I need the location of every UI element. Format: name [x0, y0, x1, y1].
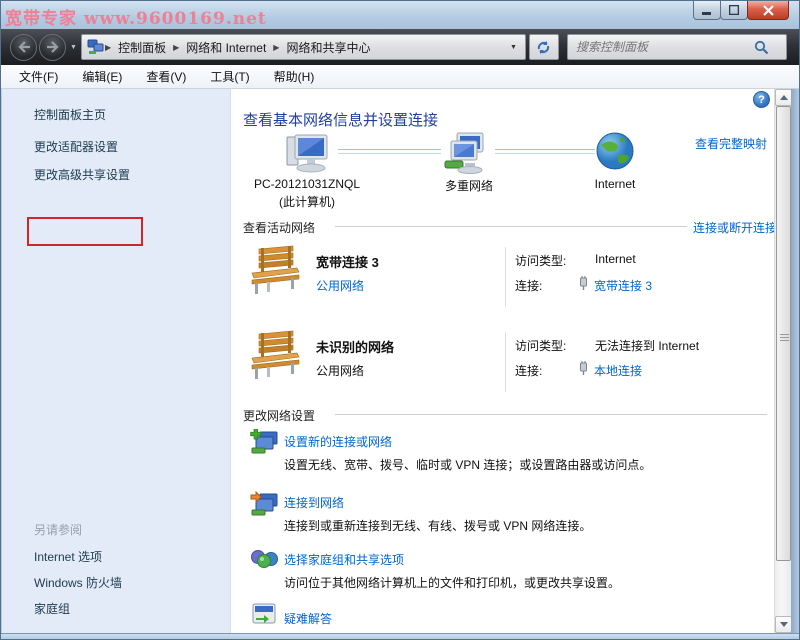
see-also-header: 另请参阅 — [34, 521, 82, 538]
sidebar-item-change-advanced-sharing[interactable]: 更改高级共享设置 — [34, 166, 130, 183]
internet-globe-icon[interactable] — [595, 131, 635, 171]
computer-sub-label: (此计算机) — [241, 193, 373, 210]
breadcrumb-network-internet[interactable]: 网络和 Internet — [179, 39, 273, 56]
refresh-icon — [536, 40, 551, 55]
menu-help[interactable]: 帮助(H) — [274, 68, 315, 85]
main-content: ? 查看基本网络信息并设置连接 — [231, 89, 774, 633]
search-icon — [754, 40, 769, 55]
navigation-toolbar: ▼ ▶ 控制面板 ▶ 网络和 Internet ▶ 网络和共享中心 ▼ — [1, 29, 800, 65]
window-right-frame — [791, 89, 800, 633]
connect-disconnect-link[interactable]: 连接或断开连接 — [693, 219, 777, 236]
network-type-link[interactable]: 公用网络 — [316, 277, 364, 294]
active-networks-header: 查看活动网络 — [243, 219, 315, 236]
menu-bar: 文件(F) 编辑(E) 查看(V) 工具(T) 帮助(H) — [1, 65, 800, 89]
connection-link[interactable]: 宽带连接 3 — [594, 277, 652, 294]
scrollbar-grip-icon — [780, 334, 789, 342]
access-type-value: 无法连接到 Internet — [595, 337, 699, 354]
task-troubleshoot-link[interactable]: 疑难解答 — [284, 610, 332, 627]
network-name: 宽带连接 3 — [316, 252, 379, 271]
change-settings-header: 更改网络设置 — [243, 407, 315, 424]
watermark-text: 宽带专家 www.9600169.net — [5, 4, 267, 29]
homegroup-icon — [250, 547, 280, 575]
sidebar-item-windows-firewall[interactable]: Windows 防火墙 — [34, 574, 122, 591]
sidebar-item-internet-options[interactable]: Internet 选项 — [34, 548, 102, 565]
connections-label: 连接: — [515, 362, 542, 379]
network-location-icon — [87, 39, 105, 55]
multiple-networks-icon[interactable] — [443, 131, 495, 177]
forward-button[interactable] — [39, 34, 66, 61]
connect-to-network-icon — [250, 491, 280, 519]
task-connect-to-network-desc: 连接到或重新连接到无线、有线、拨号或 VPN 网络连接。 — [284, 517, 591, 534]
new-connection-icon — [250, 429, 280, 457]
troubleshoot-icon — [252, 603, 278, 627]
connection-plug-icon — [578, 276, 589, 291]
sidebar-item-control-panel-home[interactable]: 控制面板主页 — [34, 106, 106, 123]
close-button[interactable] — [747, 1, 789, 20]
nav-history-dropdown-icon[interactable]: ▼ — [70, 44, 77, 51]
access-type-label: 访问类型: — [515, 337, 566, 354]
scroll-down-icon — [780, 622, 788, 627]
refresh-button[interactable] — [529, 34, 559, 60]
sidebar: 控制面板主页 更改适配器设置 更改高级共享设置 另请参阅 Internet 选项… — [2, 89, 231, 633]
vertical-scrollbar[interactable] — [774, 89, 791, 633]
minimize-button[interactable] — [693, 1, 721, 20]
address-bar[interactable]: ▶ 控制面板 ▶ 网络和 Internet ▶ 网络和共享中心 ▼ — [81, 34, 526, 60]
network-type-text: 公用网络 — [316, 362, 364, 379]
task-homegroup-sharing-desc: 访问位于其他网络计算机上的文件和打印机，或更改共享设置。 — [284, 574, 620, 591]
network-sharing-center-window: 宽带专家 www.9600169.net ▼ — [0, 0, 800, 640]
menu-file[interactable]: 文件(F) — [19, 68, 58, 85]
search-input[interactable] — [576, 40, 754, 54]
access-type-value: Internet — [595, 252, 636, 266]
page-title: 查看基本网络信息并设置连接 — [243, 109, 438, 130]
sidebar-item-homegroup[interactable]: 家庭组 — [34, 600, 70, 617]
menu-tools[interactable]: 工具(T) — [210, 68, 249, 85]
view-full-map-link[interactable]: 查看完整映射 — [695, 135, 767, 152]
address-dropdown-icon[interactable]: ▼ — [510, 44, 517, 51]
connection-link[interactable]: 本地连接 — [594, 362, 642, 379]
multiple-networks-label: 多重网络 — [431, 177, 507, 194]
breadcrumb-network-sharing-center[interactable]: 网络和共享中心 — [279, 39, 377, 56]
title-bar: 宽带专家 www.9600169.net — [1, 1, 800, 29]
highlight-box — [27, 217, 143, 246]
search-box[interactable] — [567, 34, 787, 60]
public-network-bench-icon — [247, 245, 303, 297]
back-arrow-icon — [17, 41, 31, 53]
task-homegroup-sharing-link[interactable]: 选择家庭组和共享选项 — [284, 551, 404, 568]
back-button[interactable] — [10, 34, 37, 61]
help-icon[interactable]: ? — [753, 91, 770, 108]
connections-label: 连接: — [515, 277, 542, 294]
scroll-up-icon — [780, 95, 788, 100]
forward-arrow-icon — [46, 41, 60, 53]
task-connect-to-network-link[interactable]: 连接到网络 — [284, 494, 344, 511]
scrollbar-up-button[interactable] — [775, 89, 792, 106]
maximize-button[interactable] — [720, 1, 748, 20]
window-bottom-frame — [1, 633, 800, 640]
sidebar-item-change-adapter-settings[interactable]: 更改适配器设置 — [34, 138, 118, 155]
task-setup-new-connection-link[interactable]: 设置新的连接或网络 — [284, 433, 392, 450]
connection-plug-icon — [578, 361, 589, 376]
breadcrumb-control-panel[interactable]: 控制面板 — [111, 39, 173, 56]
scrollbar-down-button[interactable] — [775, 616, 792, 633]
task-setup-new-connection-desc: 设置无线、宽带、拨号、临时或 VPN 连接；或设置路由器或访问点。 — [284, 456, 651, 473]
network-name: 未识别的网络 — [316, 337, 394, 356]
menu-view[interactable]: 查看(V) — [146, 68, 186, 85]
access-type-label: 访问类型: — [515, 252, 566, 269]
internet-label: Internet — [583, 177, 647, 191]
public-network-bench-icon — [247, 330, 303, 382]
menu-edit[interactable]: 编辑(E) — [82, 68, 122, 85]
computer-icon[interactable] — [279, 131, 335, 177]
computer-name-label: PC-20121031ZNQL — [241, 177, 373, 191]
scrollbar-thumb[interactable] — [776, 106, 791, 561]
